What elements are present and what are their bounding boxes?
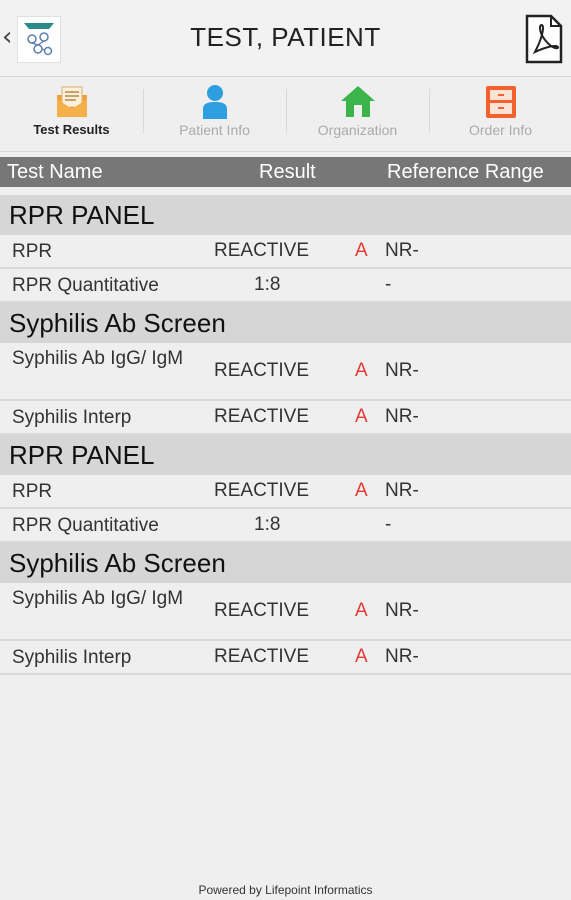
- table-row[interactable]: RPR Quantitative 1:8 -: [0, 269, 571, 303]
- reference-range: NR-: [385, 480, 419, 501]
- reference-range: NR-: [385, 360, 419, 381]
- reference-range: NR-: [385, 240, 419, 261]
- pdf-icon[interactable]: [525, 14, 563, 64]
- reference-range: NR-: [385, 406, 419, 427]
- abnormal-flag: A: [355, 360, 368, 381]
- column-header-reference-range: Reference Range: [387, 161, 544, 183]
- tab-organization[interactable]: Organization: [286, 77, 429, 151]
- table-row[interactable]: Syphilis Interp REACTIVE A NR-: [0, 401, 571, 435]
- page-title: TEST, PATIENT: [190, 22, 381, 52]
- test-name: RPR Quantitative: [12, 515, 159, 536]
- column-header-test-name: Test Name: [7, 161, 103, 183]
- test-result: 1:8: [254, 514, 281, 535]
- test-result: REACTIVE: [214, 360, 310, 381]
- table-row[interactable]: RPR REACTIVE A NR-: [0, 235, 571, 269]
- abnormal-flag: A: [355, 480, 368, 501]
- test-name: RPR Quantitative: [12, 275, 159, 296]
- tab-patient-info[interactable]: Patient Info: [143, 77, 286, 151]
- reference-range: -: [385, 514, 392, 535]
- test-name: Syphilis Interp: [12, 647, 132, 668]
- test-result: REACTIVE: [214, 600, 310, 621]
- reference-range: NR-: [385, 600, 419, 621]
- table-row[interactable]: Syphilis Interp REACTIVE A NR-: [0, 641, 571, 675]
- table-row[interactable]: Syphilis Ab IgG/ IgM REACTIVE A NR-: [0, 343, 571, 401]
- tab-label: Order Info: [468, 122, 533, 138]
- section-header: RPR PANEL: [0, 435, 571, 475]
- top-bar: ‹ TEST, PATIENT: [0, 0, 571, 77]
- tab-order-info[interactable]: Order Info: [429, 77, 571, 151]
- test-results-icon: [54, 83, 90, 119]
- test-name: Syphilis Interp: [12, 407, 132, 428]
- reference-range: NR-: [385, 646, 419, 667]
- test-name: RPR: [12, 481, 53, 502]
- home-icon: [340, 83, 376, 119]
- test-name: RPR: [12, 241, 53, 262]
- reference-range: -: [385, 274, 392, 295]
- powered-by-footer: Powered by Lifepoint Informatics: [198, 883, 373, 897]
- section-header: Syphilis Ab Screen: [0, 303, 571, 343]
- table-row[interactable]: Syphilis Ab IgG/ IgM REACTIVE A NR-: [0, 583, 571, 641]
- tab-bar: Test Results Patient Info Organization O…: [0, 77, 571, 152]
- tab-label: Organization: [317, 122, 398, 138]
- test-name: Syphilis Ab IgG/ IgM: [12, 588, 184, 609]
- table-row[interactable]: RPR REACTIVE A NR-: [0, 475, 571, 509]
- tab-label: Patient Info: [179, 122, 250, 138]
- section-header: Syphilis Ab Screen: [0, 543, 571, 583]
- test-result: REACTIVE: [214, 240, 310, 261]
- test-result: REACTIVE: [214, 406, 310, 427]
- table-row[interactable]: RPR Quantitative 1:8 -: [0, 509, 571, 543]
- abnormal-flag: A: [355, 600, 368, 621]
- tab-test-results[interactable]: Test Results: [0, 77, 143, 151]
- abnormal-flag: A: [355, 406, 368, 427]
- column-header-result: Result: [259, 161, 316, 183]
- section-header: RPR PANEL: [0, 195, 571, 235]
- abnormal-flag: A: [355, 646, 368, 667]
- tab-label: Test Results: [33, 122, 110, 137]
- abnormal-flag: A: [355, 240, 368, 261]
- test-name: Syphilis Ab IgG/ IgM: [12, 348, 184, 369]
- table-header: Test Name Result Reference Range: [0, 157, 571, 187]
- test-result: 1:8: [254, 274, 281, 295]
- results-table: RPR PANEL RPR REACTIVE A NR- RPR Quantit…: [0, 195, 571, 675]
- test-result: REACTIVE: [214, 646, 310, 667]
- person-icon: [197, 83, 233, 119]
- test-result: REACTIVE: [214, 480, 310, 501]
- cabinet-icon: [483, 83, 519, 119]
